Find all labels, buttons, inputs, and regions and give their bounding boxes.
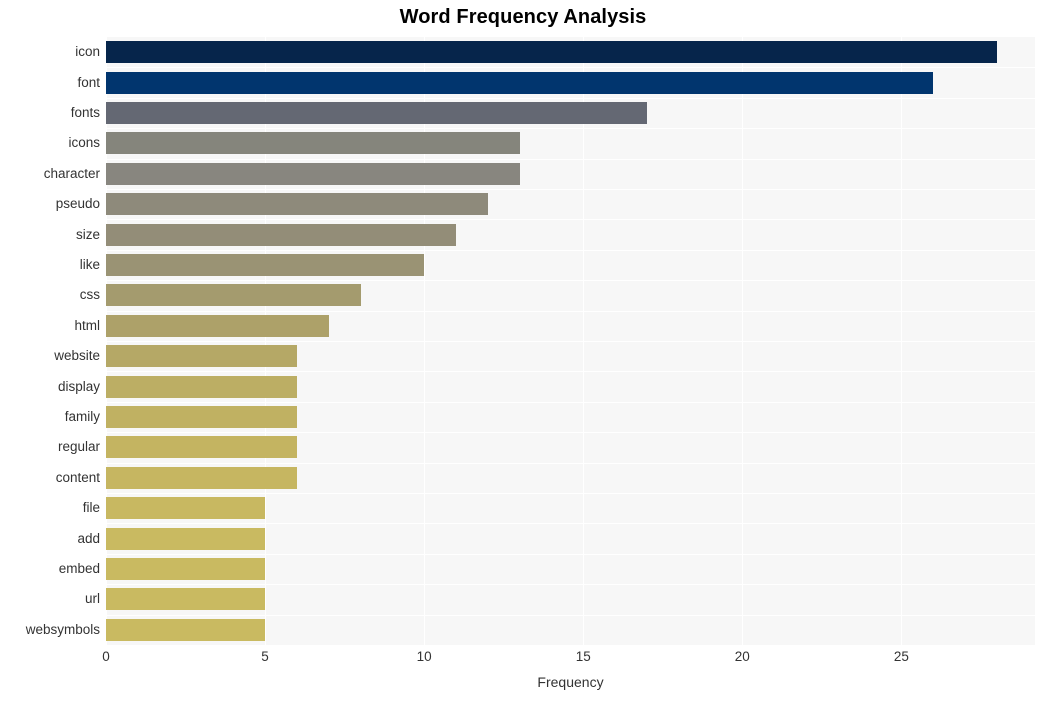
y-axis-tick-label: websymbols (25, 622, 100, 637)
bar[interactable] (106, 41, 997, 63)
bar[interactable] (106, 102, 647, 124)
y-axis-tick-label: css (79, 287, 100, 302)
word-frequency-chart: Word Frequency Analysis icon font fonts ico… (0, 0, 1046, 701)
bar[interactable] (106, 132, 520, 154)
y-axis: icon font fonts icons character pseudo size lik… (0, 37, 100, 645)
bar[interactable] (106, 588, 266, 610)
y-axis-tick-label: icons (68, 135, 100, 150)
gridline-horizontal (106, 493, 1035, 494)
gridline-horizontal (106, 280, 1035, 281)
chart-title: Word Frequency Analysis (399, 6, 647, 28)
x-axis-tick-label: 10 (416, 649, 432, 664)
bar[interactable] (106, 528, 266, 550)
gridline-horizontal (106, 523, 1035, 524)
bar[interactable] (106, 406, 297, 428)
gridline-horizontal (106, 341, 1035, 342)
y-axis-tick-label: file (82, 500, 100, 515)
x-axis-title: Frequency (537, 674, 604, 690)
gridline-horizontal (106, 67, 1035, 68)
gridline-horizontal (106, 250, 1035, 251)
y-axis-tick-label: pseudo (55, 196, 100, 211)
y-axis-tick-label: size (75, 227, 100, 242)
y-axis-tick-label: url (84, 591, 100, 606)
y-axis-tick-label: add (77, 531, 100, 546)
gridline-horizontal (106, 554, 1035, 555)
y-axis-tick-label: html (74, 318, 100, 333)
gridline-horizontal (106, 159, 1035, 160)
bar[interactable] (106, 163, 520, 185)
bar[interactable] (106, 497, 266, 519)
y-axis-tick-label: website (54, 348, 100, 363)
bar[interactable] (106, 254, 425, 276)
y-axis-tick-label: like (79, 257, 100, 272)
gridline-horizontal (106, 98, 1035, 99)
bar[interactable] (106, 72, 934, 94)
bar[interactable] (106, 619, 266, 641)
gridline-horizontal (106, 402, 1035, 403)
y-axis-tick-label: icon (75, 44, 100, 59)
x-axis-tick-label: 5 (261, 649, 269, 664)
y-axis-tick-label: family (64, 409, 100, 424)
bar[interactable] (106, 315, 329, 337)
y-axis-tick-label: regular (57, 439, 100, 454)
bar[interactable] (106, 224, 456, 246)
y-axis-tick-label: display (57, 379, 100, 394)
x-axis-tick-label: 15 (575, 649, 591, 664)
gridline-horizontal (106, 128, 1035, 129)
gridline-horizontal (106, 432, 1035, 433)
y-axis-tick-label: fonts (70, 105, 100, 120)
bar[interactable] (106, 284, 361, 306)
gridline-horizontal (106, 371, 1035, 372)
gridline-horizontal (106, 219, 1035, 220)
gridline-horizontal (106, 584, 1035, 585)
bar[interactable] (106, 376, 297, 398)
y-axis-tick-label: embed (58, 561, 100, 576)
y-axis-tick-label: content (55, 470, 100, 485)
gridline-horizontal (106, 615, 1035, 616)
bar[interactable] (106, 467, 297, 489)
y-axis-tick-label: character (43, 166, 100, 181)
x-axis: 0 5 10 15 20 25 (102, 645, 1035, 671)
bar[interactable] (106, 193, 488, 215)
gridline-horizontal (106, 311, 1035, 312)
bar[interactable] (106, 436, 297, 458)
x-axis-tick-label: 20 (734, 649, 750, 664)
gridline-horizontal (106, 463, 1035, 464)
bar[interactable] (106, 345, 297, 367)
plot-area (106, 37, 1035, 645)
x-axis-tick-label: 0 (102, 649, 110, 664)
x-axis-tick-label: 25 (893, 649, 909, 664)
gridline-horizontal (106, 189, 1035, 190)
y-axis-tick-label: font (77, 75, 100, 90)
bar[interactable] (106, 558, 266, 580)
